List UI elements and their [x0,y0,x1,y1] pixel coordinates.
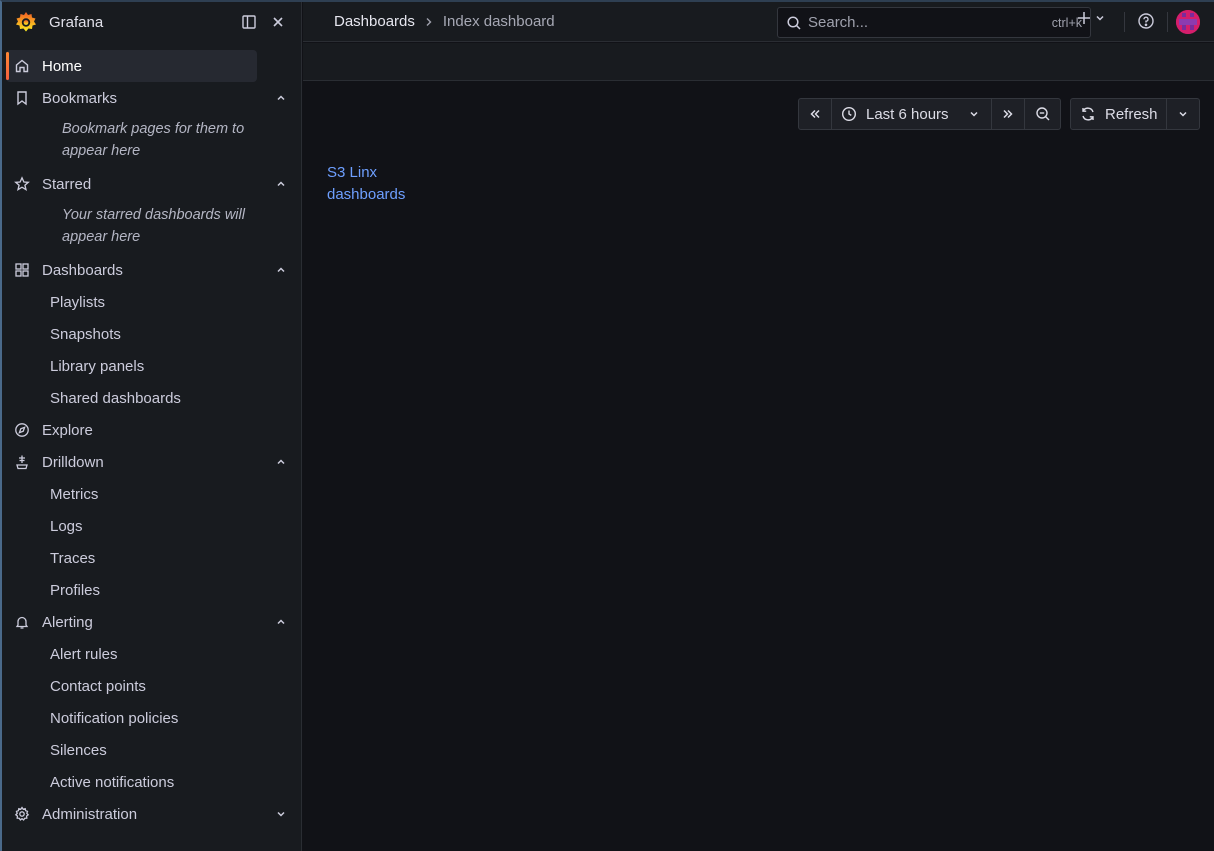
nav-item-label: Starred [42,175,92,193]
time-range-label: Last 6 hours [866,105,949,123]
time-range-picker[interactable]: Last 6 hours [832,99,992,129]
nav-item-label: Dashboards [42,261,123,279]
bookmarks-empty-note: Bookmark pages for them to appear here [62,121,245,159]
nav-item-dashboards[interactable]: Dashboards [2,254,301,286]
nav-subitem-snapshots[interactable]: Snapshots [2,318,301,350]
nav-subitem-profiles[interactable]: Profiles [2,574,301,606]
zoom-out-button[interactable] [1025,99,1060,129]
refresh-interval-dropdown[interactable] [1167,99,1199,129]
nav-item-label: Administration [42,805,138,823]
sidebar-header: Grafana [2,2,301,42]
nav-subitem-metrics[interactable]: Metrics [2,478,301,510]
nav-subitem-logs[interactable]: Logs [2,510,301,542]
dashboard-link[interactable]: S3 Linx dashboards [327,162,405,206]
double-chevron-right-icon [1002,108,1014,120]
dashboard-link-line: S3 Linx [327,164,378,181]
search-placeholder: Search... [808,14,869,31]
nav-menu: Home Bookmarks Bookmark pages for them t… [2,42,301,830]
new-menu-button[interactable] [1077,11,1105,25]
time-picker-group: Last 6 hours [798,98,1061,130]
refresh-icon [1080,106,1096,122]
time-shift-forward-button[interactable] [992,99,1025,129]
nav-subitem-traces[interactable]: Traces [2,542,301,574]
nav-item-bookmarks[interactable]: Bookmarks [2,82,301,114]
search-icon [786,15,802,31]
drilldown-icon [12,452,32,472]
nav-subitem-alert-rules[interactable]: Alert rules [2,638,301,670]
home-icon [12,56,32,76]
search-input[interactable]: Search... ctrl+k [777,7,1091,38]
nav-subitem-playlists[interactable]: Playlists [2,286,301,318]
dock-menu-icon[interactable] [238,11,260,33]
nav-item-explore[interactable]: Explore [2,414,301,446]
nav-subitem-active-notifications[interactable]: Active notifications [2,766,301,798]
app-name: Grafana [49,13,104,31]
dashboard-controls-strip [303,43,1214,81]
chevron-down-icon [969,109,979,119]
chevron-up-icon[interactable] [273,614,289,630]
clock-icon [841,106,857,122]
refresh-label: Refresh [1105,105,1158,123]
nav-item-administration[interactable]: Administration [2,798,301,830]
zoom-out-icon [1035,106,1051,122]
nav-subitem-library-panels[interactable]: Library panels [2,350,301,382]
chevron-down-icon [1095,13,1105,23]
chevron-up-icon[interactable] [273,176,289,192]
nav-item-label: Alerting [42,613,93,631]
nav-item-label: Drilldown [42,453,104,471]
breadcrumb-separator-icon [425,17,433,27]
nav-item-starred[interactable]: Starred [2,168,301,200]
help-icon[interactable] [1137,12,1157,32]
gear-icon [12,804,32,824]
nav-item-drilldown[interactable]: Drilldown [2,446,301,478]
nav-subitem-contact-points[interactable]: Contact points [2,670,301,702]
star-icon [12,174,32,194]
dashboard-link-line: dashboards [327,186,406,203]
chevron-up-icon[interactable] [273,454,289,470]
toolbar-divider [1124,12,1125,32]
breadcrumb-current: Index dashboard [442,13,555,30]
close-menu-icon[interactable] [267,11,289,33]
top-bar: Dashboards Index dashboard Search... ctr… [303,2,1214,42]
nav-subitem-silences[interactable]: Silences [2,734,301,766]
bookmark-icon [12,88,32,108]
chevron-down-icon[interactable] [273,806,289,822]
refresh-button[interactable]: Refresh [1071,99,1167,129]
refresh-group: Refresh [1070,98,1200,130]
chevron-up-icon[interactable] [273,262,289,278]
nav-item-label: Explore [42,421,93,439]
nav-item-alerting[interactable]: Alerting [2,606,301,638]
breadcrumb-dashboards[interactable]: Dashboards [334,13,415,30]
time-controls: Last 6 hours Refresh [798,98,1200,130]
grafana-logo-icon[interactable] [14,10,38,34]
plus-icon [1077,11,1091,25]
nav-subitem-shared-dashboards[interactable]: Shared dashboards [2,382,301,414]
chevron-up-icon[interactable] [273,90,289,106]
bell-icon [12,612,32,632]
apps-grid-icon [12,260,32,280]
nav-item-label: Home [42,57,83,75]
toolbar-divider [1167,12,1168,32]
chevron-down-icon [1178,109,1188,119]
nav-item-label: Bookmarks [42,89,118,107]
double-chevron-left-icon [809,108,821,120]
sidebar: Grafana Home Bookmarks Bookmark pages fo… [2,2,302,851]
time-shift-back-button[interactable] [799,99,832,129]
avatar[interactable] [1176,10,1200,34]
nav-item-home[interactable]: Home [6,50,257,82]
nav-subitem-notification-policies[interactable]: Notification policies [2,702,301,734]
compass-icon [12,420,32,440]
starred-empty-note: Your starred dashboards will appear here [62,207,245,245]
